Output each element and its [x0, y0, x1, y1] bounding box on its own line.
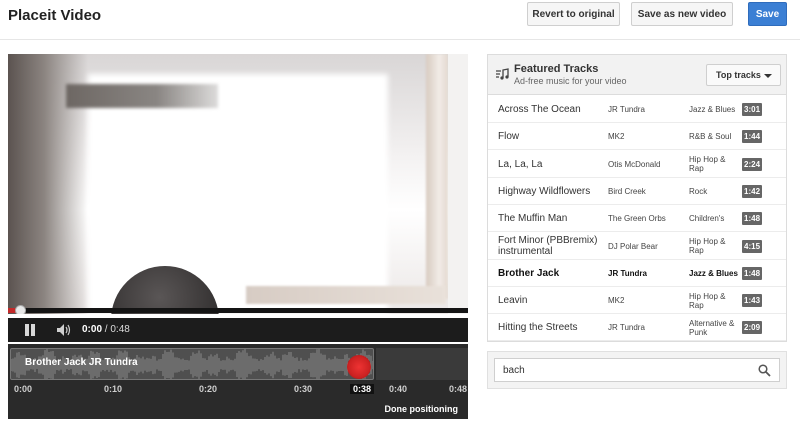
search-input[interactable] — [494, 358, 780, 382]
panel-header: Featured Tracks Ad-free music for your v… — [488, 55, 786, 95]
featured-tracks-panel: Featured Tracks Ad-free music for your v… — [487, 54, 787, 342]
track-artist: JR Tundra — [608, 268, 647, 278]
video-frame-beam — [66, 84, 218, 108]
video-frame-post — [426, 54, 448, 299]
track-row[interactable]: Across The Ocean JR Tundra Jazz & Blues 3:0… — [488, 96, 786, 123]
track-duration-badge: 1:42 — [742, 184, 763, 198]
time-readout: 0:00 / 0:48 — [82, 324, 130, 335]
sort-dropdown-label: Top tracks — [716, 70, 761, 80]
timeline-ruler: 0:00 0:10 0:20 0:30 0:38 0:40 0:48 — [8, 382, 468, 400]
tick-0-48: 0:48 — [449, 384, 468, 394]
track-name: Across The Ocean — [498, 104, 581, 115]
track-duration-badge: 1:48 — [742, 212, 763, 226]
save-as-new-video-button[interactable]: Save as new video — [631, 2, 733, 26]
track-row[interactable]: The Muffin Man The Green Orbs Children's 1:… — [488, 205, 786, 233]
track-genre: Jazz & Blues — [689, 268, 738, 278]
video-preview[interactable] — [8, 54, 468, 314]
sort-dropdown[interactable]: Top tracks — [706, 64, 781, 86]
tick-0-40: 0:40 — [389, 384, 408, 394]
track-duration-badge: 1:44 — [742, 130, 763, 144]
track-genre: Hip Hop & Rap — [689, 237, 726, 255]
search-icon[interactable] — [758, 364, 771, 377]
waveform-drag-handle[interactable] — [347, 355, 371, 379]
track-name: Hitting the Streets — [498, 322, 578, 334]
track-row[interactable]: Highway Wildflowers Bird Creek Rock 1:42 — [488, 178, 786, 205]
track-duration-badge: 1:48 — [742, 266, 763, 280]
track-row[interactable]: Flow MK2 R&B & Soul 1:44 — [488, 123, 786, 151]
track-name: Highway Wildflowers — [498, 185, 591, 197]
music-note-icon — [496, 68, 509, 80]
volume-icon[interactable] — [56, 323, 72, 337]
track-duration-badge: 1:43 — [742, 294, 763, 308]
track-name: Leavin — [498, 295, 528, 307]
track-genre: Rock — [689, 186, 708, 196]
track-artist: DJ Polar Bear — [608, 241, 658, 251]
track-duration-badge: 4:15 — [742, 239, 763, 253]
tick-0-10: 0:10 — [104, 384, 123, 394]
tick-0-38-current: 0:38 — [350, 384, 375, 394]
track-name: Fort Minor (PBBremix) instrumental — [498, 235, 598, 257]
track-name: Brother Jack — [498, 267, 560, 279]
tick-0-20: 0:20 — [199, 384, 218, 394]
player-controls: 0:00 / 0:48 — [8, 318, 468, 342]
video-frame-sill — [246, 286, 446, 304]
total-duration: / 0:48 — [104, 324, 130, 335]
track-genre: Alternative & Punk — [689, 318, 735, 337]
search-bar — [487, 351, 787, 389]
track-name: The Muffin Man — [498, 213, 568, 225]
track-duration-badge: 3:01 — [742, 103, 763, 116]
track-artist: MK2 — [608, 132, 625, 142]
track-row[interactable]: Hitting the Streets JR Tundra Alternative … — [488, 314, 786, 341]
audio-positioning-area: Brother Jack JR Tundra 0:00 0:10 0:20 0:… — [8, 344, 468, 419]
track-name: Flow — [498, 131, 520, 143]
panel-title: Featured Tracks — [514, 63, 599, 75]
top-header: Placeit Video Revert to original Save as… — [0, 0, 800, 40]
track-artist: JR Tundra — [608, 105, 645, 114]
done-positioning-button[interactable]: Done positioning — [385, 404, 459, 414]
track-artist: Bird Creek — [608, 186, 646, 196]
waveform-track-label: Brother Jack JR Tundra — [25, 357, 138, 368]
track-row[interactable]: Leavin MK2 Hip Hop & Rap 1:43 — [488, 287, 786, 315]
track-row[interactable]: Fort Minor (PBBremix) instrumental DJ Pol… — [488, 233, 786, 260]
track-genre: Hip Hop & Rap — [689, 291, 726, 310]
track-name: La, La, La — [498, 158, 543, 170]
track-genre: Hip Hop & Rap — [689, 155, 726, 174]
revert-to-original-button[interactable]: Revert to original — [527, 2, 620, 26]
panel-subtitle: Ad-free music for your video — [514, 76, 627, 86]
track-duration-badge: 2:09 — [742, 321, 763, 335]
waveform-remaining-area — [376, 348, 468, 380]
save-button[interactable]: Save — [748, 2, 787, 26]
page-title: Placeit Video — [8, 7, 102, 24]
video-progress-handle[interactable] — [15, 305, 26, 314]
track-artist: Otis McDonald — [608, 159, 661, 169]
track-artist: JR Tundra — [608, 323, 645, 333]
video-progress-bar[interactable] — [8, 308, 468, 313]
tick-0-30: 0:30 — [294, 384, 313, 394]
current-time: 0:00 — [82, 324, 103, 335]
track-artist: The Green Orbs — [608, 214, 666, 224]
pause-icon[interactable] — [24, 324, 36, 336]
track-genre: Children's — [689, 214, 725, 224]
tick-0-00: 0:00 — [14, 384, 33, 394]
track-row[interactable]: La, La, La Otis McDonald Hip Hop & Rap 2:24 — [488, 151, 786, 178]
track-genre: Jazz & Blues — [689, 105, 736, 114]
track-genre: R&B & Soul — [689, 132, 732, 142]
video-frame-edge — [448, 54, 468, 314]
track-duration-badge: 2:24 — [742, 157, 763, 171]
track-list: Across The Ocean JR Tundra Jazz & Blues 3:0… — [488, 96, 786, 341]
track-row[interactable]: Brother Jack JR Tundra Jazz & Blues 1:48 — [488, 260, 786, 287]
track-artist: MK2 — [608, 296, 625, 306]
chevron-down-icon — [764, 74, 772, 78]
audio-waveform-selection[interactable]: Brother Jack JR Tundra — [10, 348, 374, 380]
